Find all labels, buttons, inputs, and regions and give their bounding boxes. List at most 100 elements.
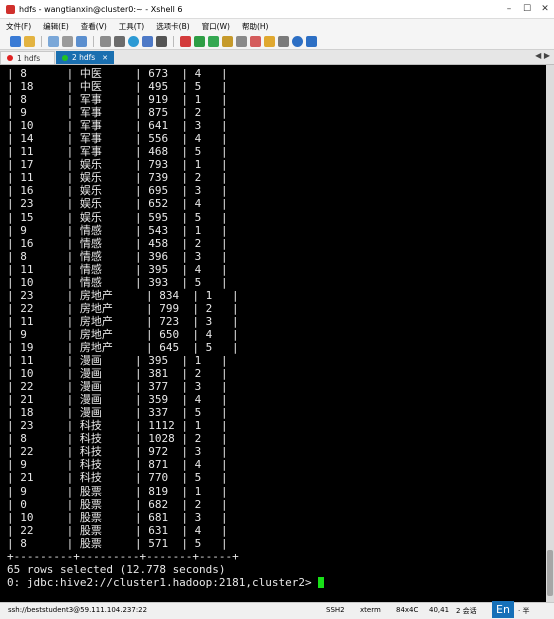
terminal-line: | 23 | 娱乐 | 652 | 4 | (7, 197, 228, 211)
fullscreen-icon[interactable] (208, 35, 219, 47)
copy-icon[interactable] (100, 35, 111, 47)
maximize-button[interactable]: ☐ (518, 0, 536, 18)
scrollbar-thumb[interactable] (547, 550, 553, 596)
tab-label: 2 hdfs (72, 53, 96, 62)
terminal-line: | 11 | 房地产 | 723 | 3 | (7, 314, 239, 328)
status-dot-icon (7, 55, 13, 61)
tab-session-1[interactable]: 1 hdfs (0, 51, 55, 64)
toolbar-divider (173, 35, 174, 47)
terminal-line: | 9 | 股票 | 819 | 1 | (7, 484, 228, 498)
menu-edit[interactable]: 编辑(E) (37, 21, 75, 32)
session-count-label: 2 会话 (456, 607, 477, 615)
find-icon[interactable] (114, 35, 125, 47)
globe-icon[interactable] (128, 35, 139, 47)
terminal-line: | 11 | 娱乐 | 739 | 2 | (7, 171, 228, 185)
terminal-line: | 11 | 漫画 | 395 | 1 | (7, 354, 228, 368)
terminal-line: | 22 | 房地产 | 799 | 2 | (7, 301, 239, 315)
terminal-line: | 14 | 军事 | 556 | 4 | (7, 132, 228, 146)
terminal-line: | 22 | 科技 | 972 | 3 | (7, 445, 228, 459)
terminal-type-label: xterm (360, 606, 381, 614)
terminal-line: | 8 | 情感 | 396 | 3 | (7, 249, 228, 263)
terminal-line: | 15 | 娱乐 | 595 | 5 | (7, 210, 228, 224)
tab-session-2[interactable]: 2 hdfs ✕ (56, 51, 114, 64)
menu-tools[interactable]: 工具(T) (113, 21, 150, 32)
close-button[interactable]: ✕ (536, 0, 554, 18)
toolbar-divider (41, 35, 42, 47)
ime-indicator[interactable]: En (492, 601, 514, 618)
terminal-line: | 22 | 漫画 | 377 | 3 | (7, 380, 228, 394)
terminal-line: | 8 | 中医 | 673 | 4 | (7, 67, 228, 80)
terminal-line: | 10 | 漫画 | 381 | 2 | (7, 367, 228, 381)
xmanager-icon[interactable] (194, 35, 205, 47)
cursor-position-label: 40,41 (429, 606, 450, 614)
settings-icon[interactable] (306, 35, 317, 47)
terminal-line: | 23 | 科技 | 1112 | 1 | (7, 419, 228, 433)
font-icon[interactable] (156, 35, 167, 47)
xftp-icon[interactable] (180, 35, 191, 47)
terminal-line: | 16 | 娱乐 | 695 | 3 | (7, 184, 228, 198)
menu-file[interactable]: 文件(F) (0, 21, 37, 32)
menu-tabs[interactable]: 选项卡(B) (150, 21, 196, 32)
reconnect-icon[interactable] (48, 35, 59, 47)
menu-help[interactable]: 帮助(H) (236, 21, 275, 32)
xshell-app-icon (6, 4, 15, 14)
terminal-size-label: 84x4C (396, 606, 419, 614)
properties-icon[interactable] (76, 35, 87, 47)
color-scheme-icon[interactable] (142, 35, 153, 47)
terminal-prompt-line: 0: jdbc:hive2://cluster1.hadoop:2181,clu… (7, 575, 325, 589)
terminal-line: | 18 | 漫画 | 337 | 5 | (7, 406, 228, 420)
status-dot-icon (62, 54, 68, 61)
connection-info: ssh://beststudent3@59.111.104.237:22 (8, 606, 148, 614)
menu-view[interactable]: 查看(V) (75, 21, 113, 32)
hive-prompt: 0: jdbc:hive2://cluster1.hadoop:2181,clu… (7, 575, 319, 589)
terminal-line: | 19 | 房地产 | 645 | 5 | (7, 340, 239, 354)
terminal-cursor (318, 577, 325, 589)
lock-icon[interactable] (222, 35, 233, 47)
terminal-line: | 9 | 科技 | 871 | 4 | (7, 458, 228, 472)
terminal-line: | 8 | 军事 | 919 | 1 | (7, 93, 228, 107)
title-bar: hdfs - wangtianxin@cluster0:~ - Xshell 6… (0, 0, 554, 19)
toolbar-divider (93, 35, 94, 47)
terminal-line: | 21 | 漫画 | 359 | 4 | (7, 393, 228, 407)
help-icon[interactable] (292, 35, 303, 47)
terminal-line: | 18 | 中医 | 495 | 5 | (7, 80, 228, 94)
script-icon[interactable] (264, 35, 275, 47)
ime-mode-label: · 半 (518, 607, 530, 615)
terminal-line: | 9 | 军事 | 875 | 2 | (7, 106, 228, 120)
terminal-line: | 11 | 情感 | 395 | 4 | (7, 262, 228, 276)
open-folder-icon[interactable] (24, 35, 35, 47)
terminal-line: | 16 | 情感 | 458 | 2 | (7, 236, 228, 250)
terminal-line: 65 rows selected (12.778 seconds) (7, 562, 226, 576)
terminal-line: | 0 | 股票 | 682 | 2 | (7, 497, 228, 511)
layout-icon[interactable] (278, 35, 289, 47)
tab-nav-arrows-icon[interactable]: ◀ ▶ (535, 51, 550, 60)
toolbar (0, 33, 554, 50)
menu-window[interactable]: 窗口(W) (196, 21, 236, 32)
terminal-line: | 17 | 娱乐 | 793 | 1 | (7, 158, 228, 172)
status-bar: ssh://beststudent3@59.111.104.237:22 SSH… (0, 602, 554, 619)
protocol-label: SSH2 (326, 606, 345, 614)
terminal-output[interactable]: | 8 | 中医 | 673 | 4 | | 18 | 中医 | 495 | 5 … (0, 65, 546, 602)
new-session-icon[interactable] (10, 35, 21, 47)
terminal-line: | 9 | 房地产 | 650 | 4 | (7, 327, 239, 341)
terminal-line: | 10 | 情感 | 393 | 5 | (7, 275, 228, 289)
keyboard-icon[interactable] (236, 35, 247, 47)
tab-label: 1 hdfs (17, 53, 41, 63)
disconnect-icon[interactable] (62, 35, 73, 47)
terminal-line: +---------+---------+-------+-----+ (7, 549, 239, 563)
terminal-line: | 22 | 股票 | 631 | 4 | (7, 523, 228, 537)
terminal-line: | 10 | 军事 | 641 | 3 | (7, 119, 228, 133)
window-title: hdfs - wangtianxin@cluster0:~ - Xshell 6 (19, 4, 183, 14)
terminal-scrollbar[interactable] (546, 65, 554, 602)
menu-bar: 文件(F) 编辑(E) 查看(V) 工具(T) 选项卡(B) 窗口(W) 帮助(… (0, 19, 554, 33)
terminal-line: | 9 | 情感 | 543 | 1 | (7, 223, 228, 237)
terminal-line: | 10 | 股票 | 681 | 3 | (7, 510, 228, 524)
minimize-button[interactable]: – (500, 0, 518, 18)
terminal-line: | 8 | 科技 | 1028 | 2 | (7, 432, 228, 446)
close-tab-icon[interactable]: ✕ (102, 54, 108, 62)
terminal-line: | 21 | 科技 | 770 | 5 | (7, 471, 228, 485)
terminal-line: | 11 | 军事 | 468 | 5 | (7, 145, 228, 159)
compose-icon[interactable] (250, 35, 261, 47)
terminal-line: | 23 | 房地产 | 834 | 1 | (7, 288, 239, 302)
terminal-line: | 8 | 股票 | 571 | 5 | (7, 536, 228, 550)
